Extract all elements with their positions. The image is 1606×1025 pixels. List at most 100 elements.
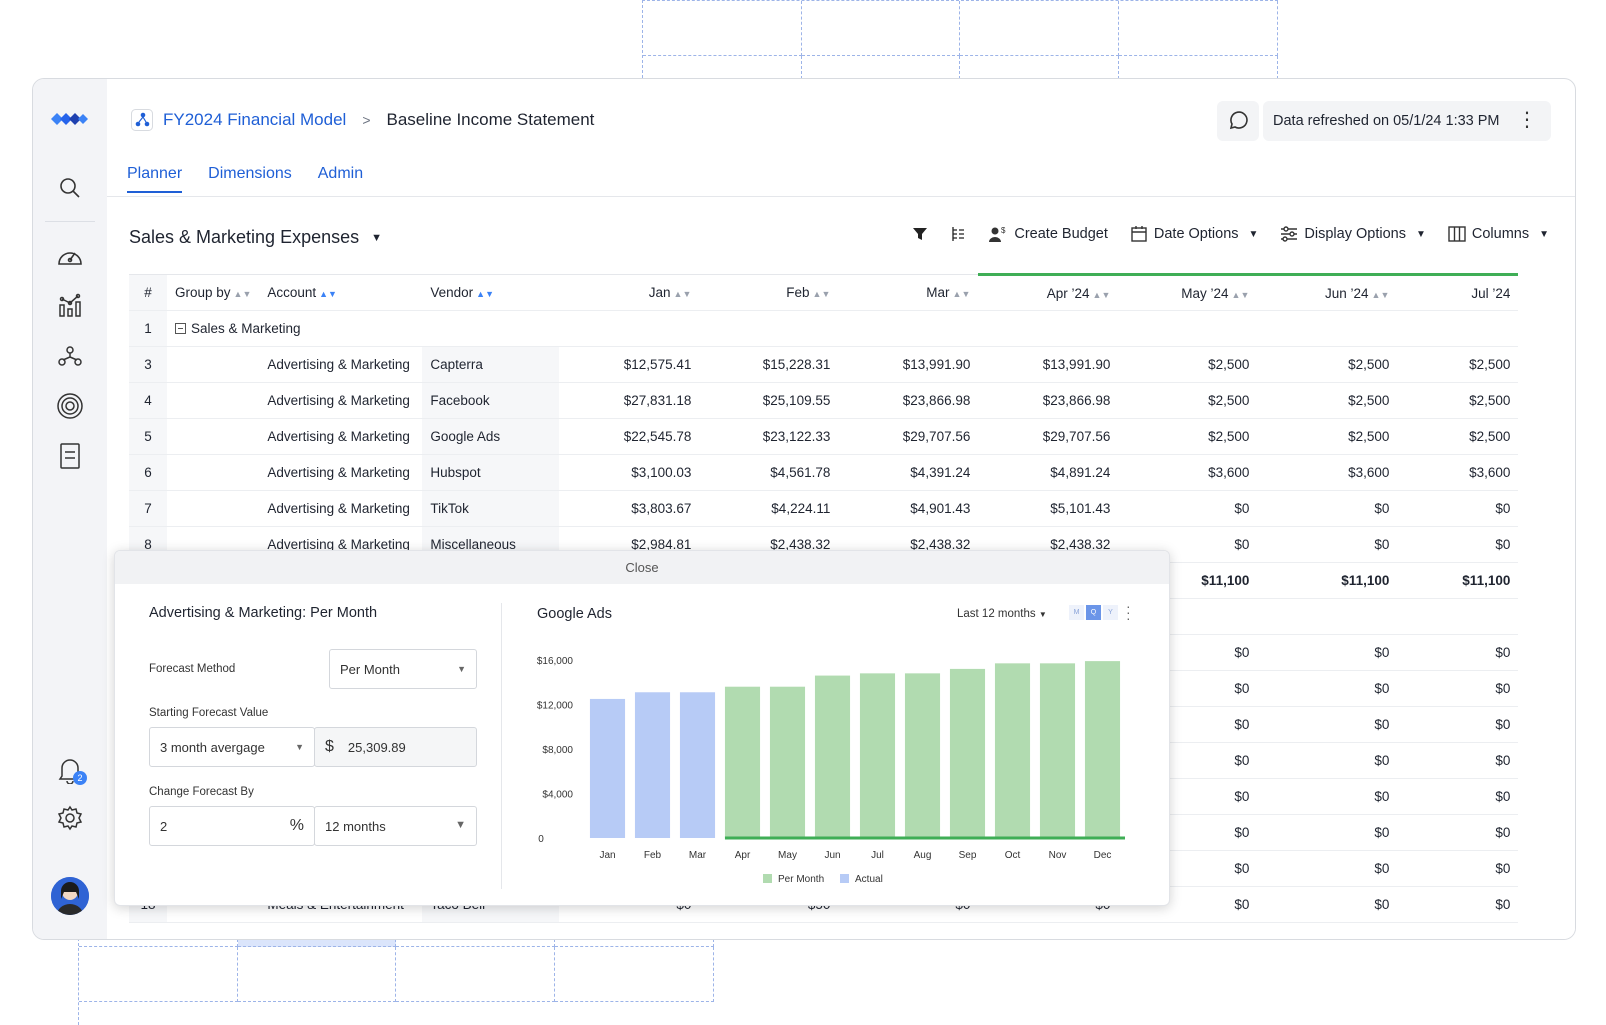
forecast-method-select[interactable]: Per Month ▼ [329,649,477,689]
account-cell[interactable]: Advertising & Marketing [259,418,423,455]
sort-icon[interactable]: ▲▼ [1093,290,1111,300]
value-cell[interactable]: $3,600 [1397,454,1519,491]
value-cell[interactable]: $2,500 [1257,346,1398,383]
group-cell[interactable]: Sales & Marketing [167,310,560,347]
value-cell[interactable]: $2,500 [1257,418,1398,455]
column-header-feb[interactable]: Feb ▲▼ [699,274,839,311]
value-cell[interactable]: $0 [1397,886,1519,923]
network-hierarchy-icon[interactable] [55,341,85,371]
value-cell[interactable]: $4,224.11 [699,490,839,527]
vendor-cell[interactable]: Hubspot [422,454,560,491]
value-cell[interactable]: $0 [1397,670,1519,707]
comments-button[interactable] [1217,101,1259,141]
tab-admin[interactable]: Admin [318,165,363,193]
target-goals-icon[interactable] [55,391,85,421]
sort-icon[interactable]: ▲▼ [953,289,971,299]
value-cell[interactable]: $2,500 [1397,382,1519,419]
value-cell[interactable]: $0 [1257,814,1398,851]
sort-icon[interactable]: ▲▼ [319,289,337,299]
value-cell[interactable]: $4,901.43 [838,490,979,527]
tab-planner[interactable]: Planner [127,165,183,193]
value-cell[interactable]: $27,831.18 [559,382,700,419]
user-avatar[interactable] [51,877,89,915]
more-options-icon[interactable]: ⋮ [1517,110,1537,130]
account-cell[interactable]: Advertising & Marketing [259,490,423,527]
value-cell[interactable]: $0 [1257,850,1398,887]
value-cell[interactable]: $0 [1397,850,1519,887]
column-header-jul[interactable]: Jul ’24 [1397,273,1519,311]
value-cell[interactable]: $29,707.56 [978,418,1119,455]
breadcrumb-model-link[interactable]: FY2024 Financial Model [163,110,346,130]
value-cell[interactable]: $12,575.41 [559,346,700,383]
value-cell[interactable]: $3,803.67 [559,490,700,527]
value-cell[interactable]: $0 [1118,490,1258,527]
collapse-icon[interactable] [175,323,186,334]
starting-value-input[interactable]: $ 25,309.89 [314,727,477,767]
value-cell[interactable]: $0 [1397,490,1519,527]
sort-icon[interactable]: ▲▼ [234,289,252,299]
hierarchy-button[interactable] [950,225,966,243]
value-cell[interactable]: $0 [1397,634,1519,671]
value-cell[interactable]: $0 [1397,814,1519,851]
value-cell[interactable]: $0 [1397,778,1519,815]
dashboard-gauge-icon[interactable] [55,241,85,271]
column-header-apr[interactable]: Apr ’24 ▲▼ [978,273,1119,311]
value-cell[interactable]: $0 [1257,634,1398,671]
vendor-cell[interactable]: Google Ads [422,418,560,455]
value-cell[interactable]: $25,109.55 [699,382,839,419]
value-cell[interactable]: $0 [1257,886,1398,923]
value-cell[interactable]: $13,991.90 [838,346,979,383]
value-cell[interactable]: $3,100.03 [559,454,700,491]
value-cell[interactable]: $4,891.24 [978,454,1119,491]
change-period-select[interactable]: 12 months ▼ [314,806,477,846]
column-header-vendor[interactable]: Vendor ▲▼ [422,274,560,311]
sort-icon[interactable]: ▲▼ [674,289,692,299]
app-logo[interactable] [49,109,89,134]
sort-icon[interactable]: ▲▼ [1232,290,1250,300]
value-cell[interactable]: $2,500 [1118,346,1258,383]
value-cell[interactable]: $13,991.90 [978,346,1119,383]
tab-dimensions[interactable]: Dimensions [208,165,292,193]
value-cell[interactable]: $0 [1397,526,1519,563]
column-header-jan[interactable]: Jan ▲▼ [559,274,700,311]
vendor-cell[interactable]: Capterra [422,346,560,383]
value-cell[interactable]: $0 [1257,490,1398,527]
account-cell[interactable]: Advertising & Marketing [259,382,423,419]
value-cell[interactable]: $0 [1257,670,1398,707]
change-percent-input[interactable]: 2 % [149,806,315,846]
column-header-group-by[interactable]: Group by ▲▼ [167,274,260,311]
value-cell[interactable]: $4,391.24 [838,454,979,491]
table-row[interactable]: 7 Advertising & Marketing TikTok $3,803.67 $… [129,490,1519,527]
value-cell[interactable]: $0 [1397,742,1519,779]
column-header-may[interactable]: May ’24 ▲▼ [1118,273,1258,311]
value-cell[interactable]: $3,600 [1257,454,1398,491]
account-cell[interactable]: Advertising & Marketing [259,346,423,383]
value-cell[interactable]: $29,707.56 [838,418,979,455]
sort-icon[interactable]: ▲▼ [813,289,831,299]
close-panel-button[interactable]: Close [115,551,1169,584]
report-document-icon[interactable] [55,441,85,471]
vendor-cell[interactable]: TikTok [422,490,560,527]
table-row[interactable]: 6 Advertising & Marketing Hubspot $3,100.03… [129,454,1519,491]
value-cell[interactable]: $3,600 [1118,454,1258,491]
value-cell[interactable]: $0 [1257,742,1398,779]
value-cell[interactable]: $2,500 [1118,382,1258,419]
account-cell[interactable]: Advertising & Marketing [259,454,423,491]
table-row[interactable]: 5 Advertising & Marketing Google Ads $22,54… [129,418,1519,455]
value-cell[interactable]: $23,866.98 [838,382,979,419]
table-row[interactable]: 3 Advertising & Marketing Capterra $12,575.… [129,346,1519,383]
value-cell[interactable]: $2,500 [1397,346,1519,383]
value-cell[interactable]: $2,500 [1257,382,1398,419]
value-cell[interactable]: $0 [1257,778,1398,815]
columns-button[interactable]: Columns ▼ [1448,226,1549,242]
vendor-cell[interactable]: Facebook [422,382,560,419]
search-icon[interactable] [55,173,85,203]
value-cell[interactable]: $23,866.98 [978,382,1119,419]
analytics-chart-icon[interactable] [55,291,85,321]
sort-icon[interactable]: ▲▼ [1372,290,1390,300]
value-cell[interactable]: $15,228.31 [699,346,839,383]
column-header-mar[interactable]: Mar ▲▼ [838,274,979,311]
value-cell[interactable]: $0 [1257,526,1398,563]
value-cell[interactable]: $4,561.78 [699,454,839,491]
sheet-selector[interactable]: Sales & Marketing Expenses ▼ [129,227,382,248]
